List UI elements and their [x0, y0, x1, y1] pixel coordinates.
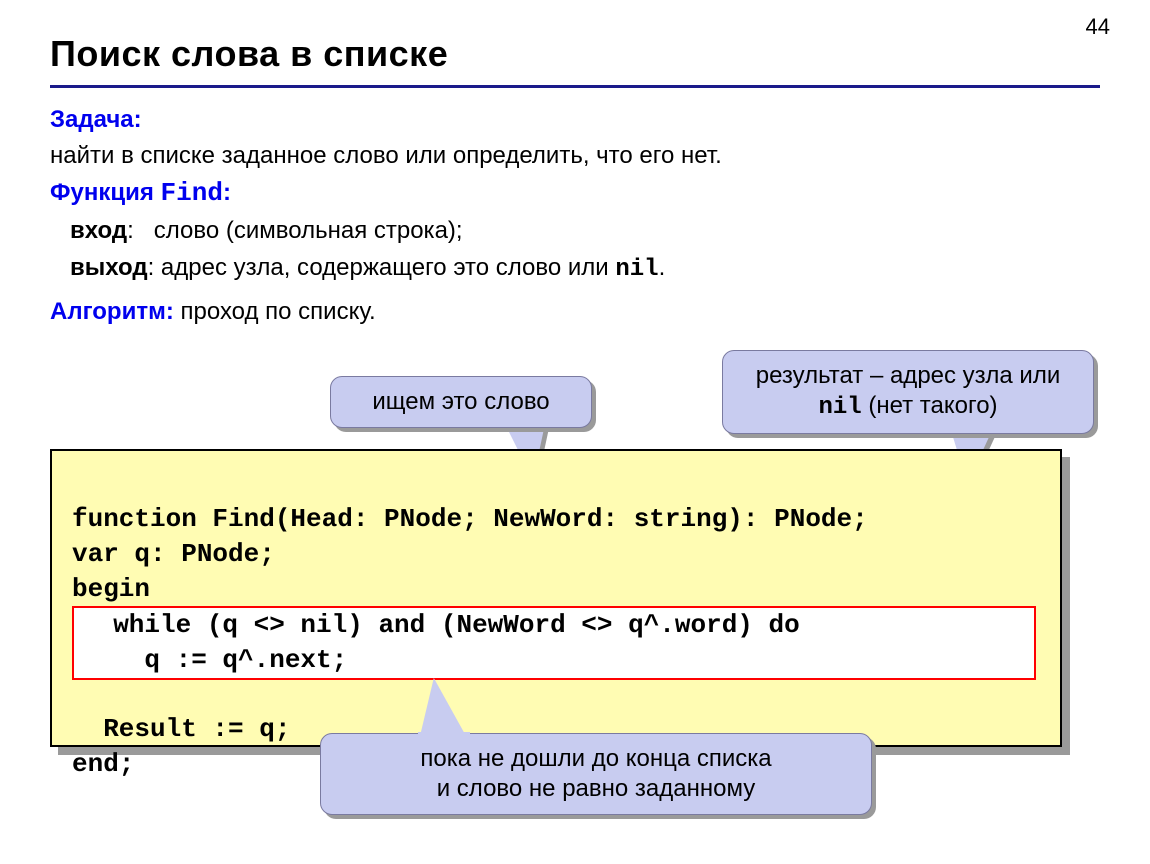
algo-row: Алгоритм: проход по списку.	[50, 296, 1100, 328]
function-label-suffix: :	[223, 179, 231, 206]
function-label-prefix: Функция	[50, 179, 161, 206]
page-number: 44	[1086, 12, 1110, 42]
punct: :	[127, 217, 154, 244]
algo-label: Алгоритм:	[50, 298, 174, 325]
task-text: найти в списке заданное слово или опреде…	[50, 140, 1100, 172]
function-name: Find	[161, 178, 223, 208]
output-row: выход: адрес узла, содержащего это слово…	[70, 252, 1100, 286]
callout-line2: и слово не равно заданному	[437, 775, 756, 802]
callout-loop-condition: пока не дошли до конца списка и слово не…	[320, 733, 872, 815]
code-box: function Find(Head: PNode; NewWord: stri…	[50, 449, 1062, 747]
output-label: выход	[70, 254, 148, 281]
task-row: Задача:	[50, 104, 1100, 136]
function-row: Функция Find:	[50, 176, 1100, 211]
callout-search-word: ищем это слово	[330, 376, 592, 428]
code-line: while (q <> nil) and (NewWord <> q^.word…	[82, 610, 800, 640]
output-nil: nil	[615, 256, 658, 283]
output-text-b: .	[659, 254, 666, 281]
input-label: вход	[70, 217, 127, 244]
algo-text: проход по списку.	[181, 298, 376, 325]
code-line: end;	[72, 749, 134, 779]
callout-line1: пока не дошли до конца списка	[420, 745, 771, 772]
callout-text: ищем это слово	[372, 388, 549, 415]
callout-text-a: результат – адрес узла или	[756, 362, 1061, 389]
code-line: var q: PNode;	[72, 539, 275, 569]
callout-text-b: (нет такого)	[862, 392, 998, 419]
slide-title: Поиск слова в списке	[50, 30, 1100, 79]
input-row: вход: слово (символьная строка);	[70, 215, 1100, 247]
code-block: function Find(Head: PNode; NewWord: stri…	[50, 449, 1100, 747]
task-label: Задача:	[50, 106, 142, 133]
code-line: q := q^.next;	[82, 645, 347, 675]
code-line: function Find(Head: PNode; NewWord: stri…	[72, 504, 868, 534]
slide: 44 Поиск слова в списке Задача: найти в …	[0, 0, 1150, 864]
code-highlight: while (q <> nil) and (NewWord <> q^.word…	[72, 606, 1036, 680]
title-divider	[50, 85, 1100, 88]
callout-nil: nil	[818, 394, 861, 421]
code-line: begin	[72, 574, 150, 604]
code-line: Result := q;	[72, 714, 290, 744]
callout-result: результат – адрес узла или nil (нет тако…	[722, 350, 1094, 434]
callout-tail-cover	[418, 732, 470, 740]
output-text-a: адрес узла, содержащего это слово или	[161, 254, 615, 281]
input-text: слово (символьная строка);	[154, 217, 463, 244]
punct: :	[148, 254, 161, 281]
